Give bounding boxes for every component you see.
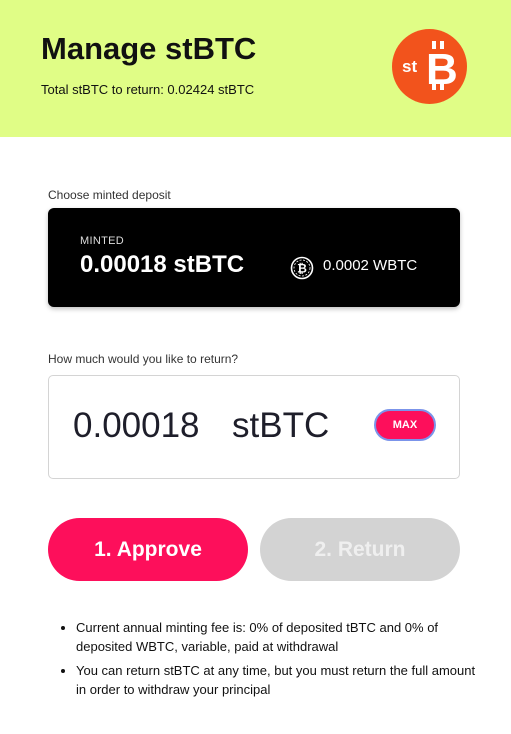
logo-text: st xyxy=(402,57,417,76)
fee-note: Current annual minting fee is: 0% of dep… xyxy=(76,618,476,656)
stbtc-logo: st B xyxy=(392,29,467,104)
svg-text:₿: ₿ xyxy=(297,262,307,276)
stbtc-logo-icon: st B xyxy=(402,41,458,94)
return-note: You can return stBTC at any time, but yo… xyxy=(76,661,476,699)
info-notes: Current annual minting fee is: 0% of dep… xyxy=(60,618,476,704)
deposit-label: Choose minted deposit xyxy=(48,188,171,202)
bitcoin-icon: ₿ xyxy=(290,256,314,280)
return-amount-input[interactable]: 0.00018 stBTC MAX xyxy=(48,375,460,479)
return-button[interactable]: 2. Return xyxy=(260,518,460,581)
minted-amount: 0.00018 stBTC xyxy=(80,251,245,278)
minted-tag: MINTED xyxy=(80,235,124,247)
approve-button[interactable]: 1. Approve xyxy=(48,518,248,581)
page-title: Manage stBTC xyxy=(41,31,257,66)
return-amount-label: How much would you like to return? xyxy=(48,352,239,366)
max-button[interactable]: MAX xyxy=(374,409,436,441)
return-amount-value[interactable]: 0.00018 xyxy=(73,406,200,446)
header: Manage stBTC Total stBTC to return: 0.02… xyxy=(0,0,511,137)
total-return-text: Total stBTC to return: 0.02424 stBTC xyxy=(41,82,255,97)
collateral-amount: 0.0002 WBTC xyxy=(323,257,418,274)
minted-deposit-card[interactable]: MINTED 0.00018 stBTC ₿ 0.0002 WBTC xyxy=(48,208,460,307)
return-amount-unit: stBTC xyxy=(232,406,330,445)
